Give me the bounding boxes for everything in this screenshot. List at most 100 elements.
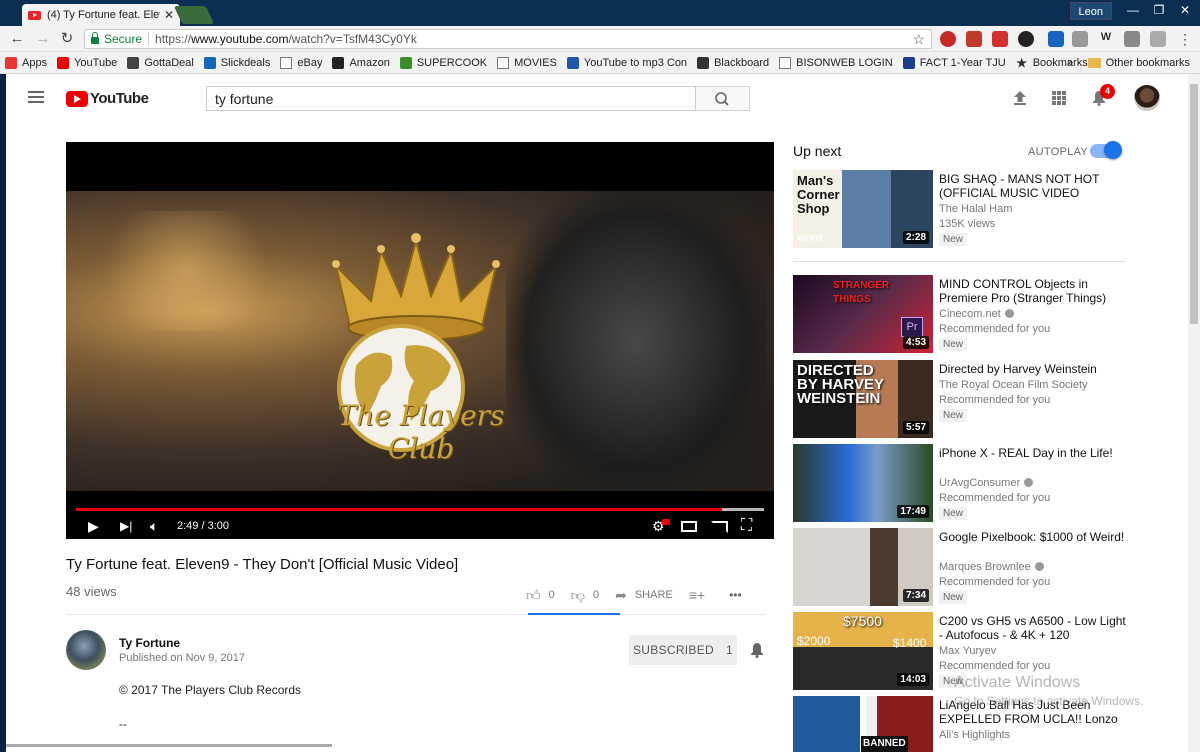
bookmark-item[interactable]: Slickdeals	[199, 52, 276, 73]
bookmark-item[interactable]: YouTube to mp3 Con	[562, 52, 692, 73]
extension-k-icon[interactable]	[1072, 31, 1088, 47]
other-bookmarks-button[interactable]: Other bookmarks	[1087, 52, 1190, 73]
extension-w-icon[interactable]: W	[1098, 31, 1114, 47]
more-actions-button[interactable]: •••	[729, 588, 742, 602]
channel-avatar[interactable]	[66, 630, 106, 670]
extension-pdf-icon[interactable]	[1150, 31, 1166, 47]
subscribed-button[interactable]: SUBSCRIBED 1	[629, 635, 737, 665]
bookmark-star-icon[interactable]: ☆	[912, 31, 925, 48]
bookmark-item[interactable]: SUPERCOOK	[395, 52, 492, 73]
hamburger-menu-icon[interactable]	[28, 91, 44, 103]
video-thumbnail[interactable]: $7500 $2000 $1400 14:03	[793, 612, 933, 690]
forward-button[interactable]: →	[32, 26, 54, 52]
bookmarks-overflow-button[interactable]: »	[1062, 52, 1078, 73]
recommended-video[interactable]: STRANGER THINGS Pr 4:53 MIND CONTROL Object…	[793, 275, 1133, 357]
lock-icon	[91, 32, 99, 44]
tab-close-icon[interactable]: ✕	[164, 8, 174, 22]
extension-todo-icon[interactable]	[992, 31, 1008, 47]
browser-menu-icon[interactable]: ⋮	[1174, 26, 1196, 52]
autoplay-toggle-knob[interactable]	[1104, 141, 1122, 159]
fact-icon	[902, 56, 915, 69]
video-thumbnail[interactable]: STRANGER THINGS Pr 4:53	[793, 275, 933, 353]
extension-red-icon[interactable]	[966, 31, 982, 47]
restore-button[interactable]: ❐	[1148, 2, 1170, 18]
video-frame[interactable]: The Players Club	[66, 191, 774, 491]
url-text[interactable]: https://www.youtube.com/watch?v=TsfM43Cy…	[149, 32, 417, 46]
recommended-channel: UrAvgConsumer	[939, 477, 1034, 489]
bookmark-item[interactable]: Amazon	[327, 52, 394, 73]
windows-activation-hint: Go to Settings to activate Windows.	[954, 694, 1144, 708]
extension-adblock-icon[interactable]	[940, 31, 956, 47]
bookmark-item[interactable]: eBay	[275, 52, 327, 73]
address-bar[interactable]: Secure https://www.youtube.com/watch?v=T…	[84, 29, 932, 49]
horizontal-scrollbar[interactable]	[6, 744, 332, 747]
profile-user-badge[interactable]: Leon	[1069, 2, 1112, 20]
extension-circle-icon[interactable]	[1018, 31, 1034, 47]
like-button[interactable]: 👍︎ 0	[526, 587, 555, 604]
youtube-logo[interactable]: YouTube	[66, 90, 149, 107]
video-duration: 2:28	[902, 231, 929, 244]
fullscreen-icon[interactable]: ⛶	[741, 516, 752, 536]
share-button[interactable]: ➦ SHARE	[615, 587, 673, 604]
close-window-button[interactable]: ✕	[1174, 2, 1196, 18]
apps-grid-icon[interactable]	[1052, 91, 1066, 105]
channel-name[interactable]: Ty Fortune	[119, 636, 180, 650]
notification-count-badge: 4	[1100, 84, 1115, 99]
secure-indicator[interactable]: Secure	[85, 32, 150, 46]
url-scheme: https://	[155, 32, 192, 46]
bookmark-item[interactable]: Blackboard	[692, 52, 774, 73]
youtube-page: YouTube 4 The Players Club	[6, 74, 1188, 752]
video-duration: 4:53	[902, 336, 929, 349]
minimize-button[interactable]: —	[1122, 2, 1144, 18]
extension-t-icon[interactable]	[1124, 31, 1140, 47]
reload-button[interactable]: ↻	[56, 26, 78, 52]
play-button[interactable]: ▶	[88, 516, 99, 536]
recommended-video[interactable]: DIRECTED BY HARVEY WEINSTEIN 5:57 Directed…	[793, 360, 1133, 442]
browser-tab-active[interactable]: (4) Ty Fortune feat. Eleven9 - They Don'…	[22, 4, 180, 26]
recommended-video[interactable]: Man's Corner Shop vevo 2:28 BIG SHAQ - MANS…	[793, 170, 1133, 252]
channel-bell-icon[interactable]	[750, 642, 764, 658]
account-avatar[interactable]	[1134, 85, 1160, 111]
recommended-video-title[interactable]: C200 vs GH5 vs A6500 - Low Light - Autof…	[939, 614, 1129, 642]
more-dots-icon: •••	[729, 588, 742, 602]
share-label: SHARE	[634, 589, 673, 601]
bookmark-item[interactable]: YouTube	[52, 52, 122, 73]
theater-mode-icon[interactable]	[681, 521, 697, 532]
video-player[interactable]: The Players Club ▶ ▶| 🔈︎ 2:49 / 3:00 ⚙ ⛶	[66, 142, 774, 539]
cast-icon[interactable]	[711, 521, 728, 533]
recommended-meta: Recommended for you	[939, 660, 1051, 672]
bookmark-item[interactable]: FACT 1-Year TJU	[898, 52, 1011, 73]
video-thumbnail[interactable]: 7:34	[793, 528, 933, 606]
recommended-video-title[interactable]: BIG SHAQ - MANS NOT HOT (OFFICIAL MUSIC …	[939, 172, 1129, 200]
bookmark-label: Amazon	[349, 56, 390, 69]
up-next-heading: Up next	[793, 143, 842, 159]
video-thumbnail[interactable]: DIRECTED BY HARVEY WEINSTEIN 5:57	[793, 360, 933, 438]
bookmark-item[interactable]: ★ Bookmarks	[1011, 52, 1093, 73]
recommended-video[interactable]: 7:34 Google Pixelbook: $1000 of Weird! Mar…	[793, 528, 1133, 610]
recommended-video-title[interactable]: MIND CONTROL Objects in Premiere Pro (St…	[939, 277, 1129, 305]
recommended-video[interactable]: 17:49 iPhone X - REAL Day in the Life! UrA…	[793, 444, 1133, 526]
video-thumbnail[interactable]: BANNED	[793, 696, 933, 752]
page-scrollbar[interactable]	[1188, 74, 1200, 752]
upload-icon[interactable]	[1014, 91, 1026, 105]
youtube-favicon-icon	[28, 10, 41, 20]
extension-blue-icon[interactable]	[1048, 31, 1064, 47]
blackboard-icon	[697, 56, 710, 69]
bookmark-item[interactable]: Apps	[0, 52, 52, 73]
back-button[interactable]: ←	[6, 26, 28, 52]
bookmark-item[interactable]: GottaDeal	[122, 52, 199, 73]
bookmark-item[interactable]: MOVIES	[492, 52, 562, 73]
dislike-button[interactable]: 👎︎ 0	[571, 587, 599, 604]
next-video-button[interactable]: ▶|	[120, 516, 132, 536]
volume-button[interactable]: 🔈︎	[150, 516, 158, 536]
recommended-video-title[interactable]: Google Pixelbook: $1000 of Weird!	[939, 530, 1129, 544]
video-thumbnail[interactable]: Man's Corner Shop vevo 2:28	[793, 170, 933, 248]
recommended-video-title[interactable]: Directed by Harvey Weinstein	[939, 362, 1129, 376]
recommended-video-title[interactable]: iPhone X - REAL Day in the Life!	[939, 446, 1129, 460]
search-input[interactable]	[206, 86, 696, 111]
search-button[interactable]	[696, 86, 750, 111]
video-thumbnail[interactable]: 17:49	[793, 444, 933, 522]
bookmark-item[interactable]: BISONWEB LOGIN	[774, 52, 898, 73]
add-to-playlist-button[interactable]: ≡+	[689, 587, 713, 603]
scrollbar-thumb[interactable]	[1190, 84, 1198, 324]
